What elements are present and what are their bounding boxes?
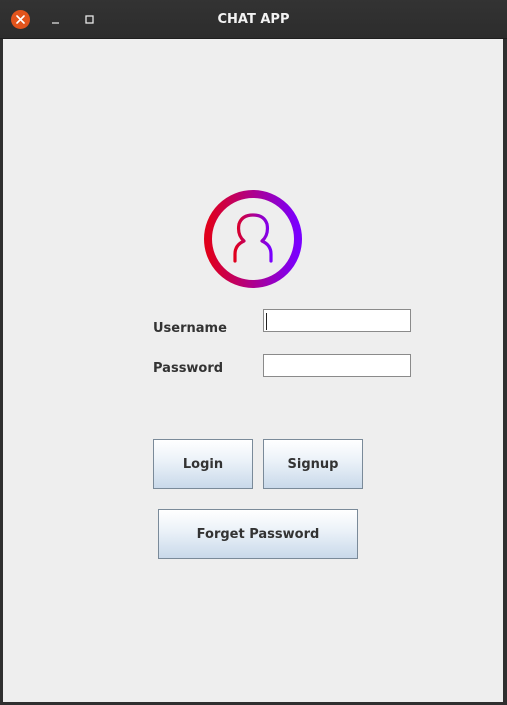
minimize-icon [52,22,59,24]
password-label: Password [153,361,224,376]
close-icon [16,15,25,24]
username-field[interactable] [263,309,411,332]
window-title: CHAT APP [217,12,290,27]
close-button[interactable] [11,10,30,29]
maximize-button[interactable] [81,10,100,29]
minimize-button[interactable] [47,10,66,29]
title-bar[interactable]: CHAT APP [0,0,507,39]
login-button[interactable]: Login [153,439,253,489]
login-panel: Username Password Login Signup Forget Pa… [3,39,503,702]
signup-button[interactable]: Signup [263,439,363,489]
maximize-icon [85,15,94,24]
app-window: CHAT APP Username Password Login Signup … [0,0,507,705]
forget-password-button[interactable]: Forget Password [158,509,358,559]
password-field[interactable] [263,354,411,377]
text-caret [266,313,267,330]
username-label: Username [153,321,227,336]
user-icon [204,190,302,288]
